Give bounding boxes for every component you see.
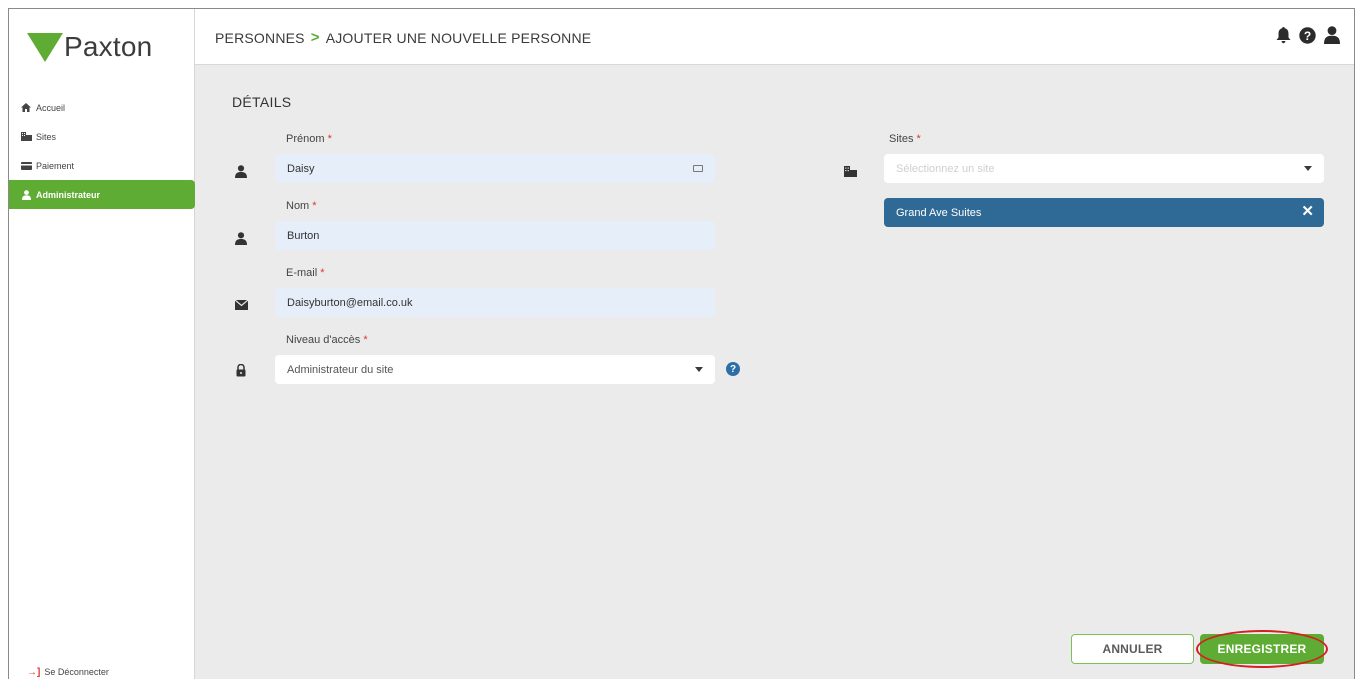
- sidebar-item-paiement[interactable]: Paiement: [9, 151, 195, 180]
- cancel-button[interactable]: ANNULER: [1071, 634, 1194, 664]
- person-icon: [234, 231, 248, 245]
- sidebar-nav: Accueil Sites Paiement Administrateur: [9, 93, 195, 209]
- last-name-value: Burton: [287, 229, 320, 242]
- required-mark: *: [363, 334, 368, 346]
- sidebar-item-label: Administrateur: [36, 189, 101, 200]
- logo-text: Paxton: [64, 31, 153, 62]
- user-icon: [20, 189, 32, 200]
- sidebar: Paxton Accueil Sites Paiement Administra…: [9, 9, 195, 679]
- first-name-label: Prénom *: [286, 133, 332, 145]
- access-level-label-text: Niveau d'accès: [286, 334, 361, 346]
- app-window: Paxton Accueil Sites Paiement Administra…: [8, 8, 1355, 679]
- section-title: DÉTAILS: [232, 94, 292, 110]
- paxton-logo-mark-icon: [27, 33, 63, 62]
- last-name-field[interactable]: Burton: [275, 221, 715, 250]
- logout-link[interactable]: →] Se Déconnecter: [27, 664, 109, 679]
- bell-icon[interactable]: [1275, 26, 1292, 44]
- sign-out-icon: →]: [27, 666, 41, 678]
- contact-card-icon: [693, 165, 703, 172]
- envelope-icon: [234, 298, 248, 312]
- help-icon[interactable]: ?: [726, 362, 740, 376]
- email-value: Daisyburton@email.co.uk: [287, 296, 413, 309]
- access-level-select[interactable]: Administrateur du site: [275, 355, 715, 384]
- home-icon: [20, 103, 32, 113]
- last-name-label-text: Nom: [286, 200, 310, 212]
- credit-card-icon: [20, 161, 32, 171]
- sidebar-item-administrateur[interactable]: Administrateur: [9, 180, 195, 209]
- chevron-down-icon: [1304, 166, 1312, 171]
- sites-select[interactable]: Sélectionnez un site: [884, 154, 1324, 183]
- top-bar: PERSONNES > AJOUTER UNE NOUVELLE PERSONN…: [195, 9, 1354, 65]
- building-icon: [20, 132, 32, 142]
- person-icon: [234, 164, 248, 178]
- email-field[interactable]: Daisyburton@email.co.uk: [275, 288, 715, 317]
- save-button[interactable]: ENREGISTRER: [1200, 634, 1324, 664]
- top-icons: ?: [1275, 26, 1340, 44]
- access-level-label: Niveau d'accès *: [286, 334, 368, 346]
- sites-placeholder: Sélectionnez un site: [896, 162, 995, 175]
- email-label: E-mail *: [286, 267, 325, 279]
- breadcrumb-separator: >: [310, 29, 320, 46]
- sites-label-text: Sites: [889, 133, 914, 145]
- breadcrumb-item-personnes[interactable]: PERSONNES: [215, 30, 305, 46]
- selected-site-chip: Grand Ave Suites ✕: [884, 198, 1324, 227]
- close-icon[interactable]: ✕: [1301, 204, 1314, 219]
- selected-site-label: Grand Ave Suites: [896, 206, 982, 219]
- lock-icon: [234, 363, 248, 377]
- last-name-label: Nom *: [286, 200, 317, 212]
- paxton-logo[interactable]: Paxton: [27, 27, 152, 67]
- sidebar-item-label: Paiement: [36, 160, 75, 171]
- breadcrumb-item-current: AJOUTER UNE NOUVELLE PERSONNE: [325, 29, 592, 46]
- required-mark: *: [916, 133, 921, 145]
- chevron-down-icon: [695, 367, 703, 372]
- help-icon[interactable]: ?: [1299, 26, 1316, 44]
- sidebar-item-label: Accueil: [36, 102, 66, 113]
- email-label-text: E-mail: [286, 267, 318, 279]
- user-icon[interactable]: [1323, 26, 1340, 44]
- sidebar-item-accueil[interactable]: Accueil: [9, 93, 195, 122]
- first-name-value: Daisy: [287, 162, 315, 175]
- breadcrumb: PERSONNES > AJOUTER UNE NOUVELLE PERSONN…: [215, 29, 591, 46]
- logout-label: Se Déconnecter: [44, 667, 109, 677]
- first-name-label-text: Prénom: [286, 133, 325, 145]
- first-name-field[interactable]: Daisy: [275, 154, 715, 183]
- access-level-value: Administrateur du site: [287, 363, 394, 376]
- required-mark: *: [312, 200, 317, 212]
- svg-text:?: ?: [1304, 28, 1311, 42]
- required-mark: *: [320, 267, 325, 279]
- sidebar-item-sites[interactable]: Sites: [9, 122, 195, 151]
- required-mark: *: [327, 133, 332, 145]
- sidebar-item-label: Sites: [36, 131, 57, 142]
- building-icon: [843, 164, 857, 178]
- sites-label: Sites *: [889, 133, 921, 145]
